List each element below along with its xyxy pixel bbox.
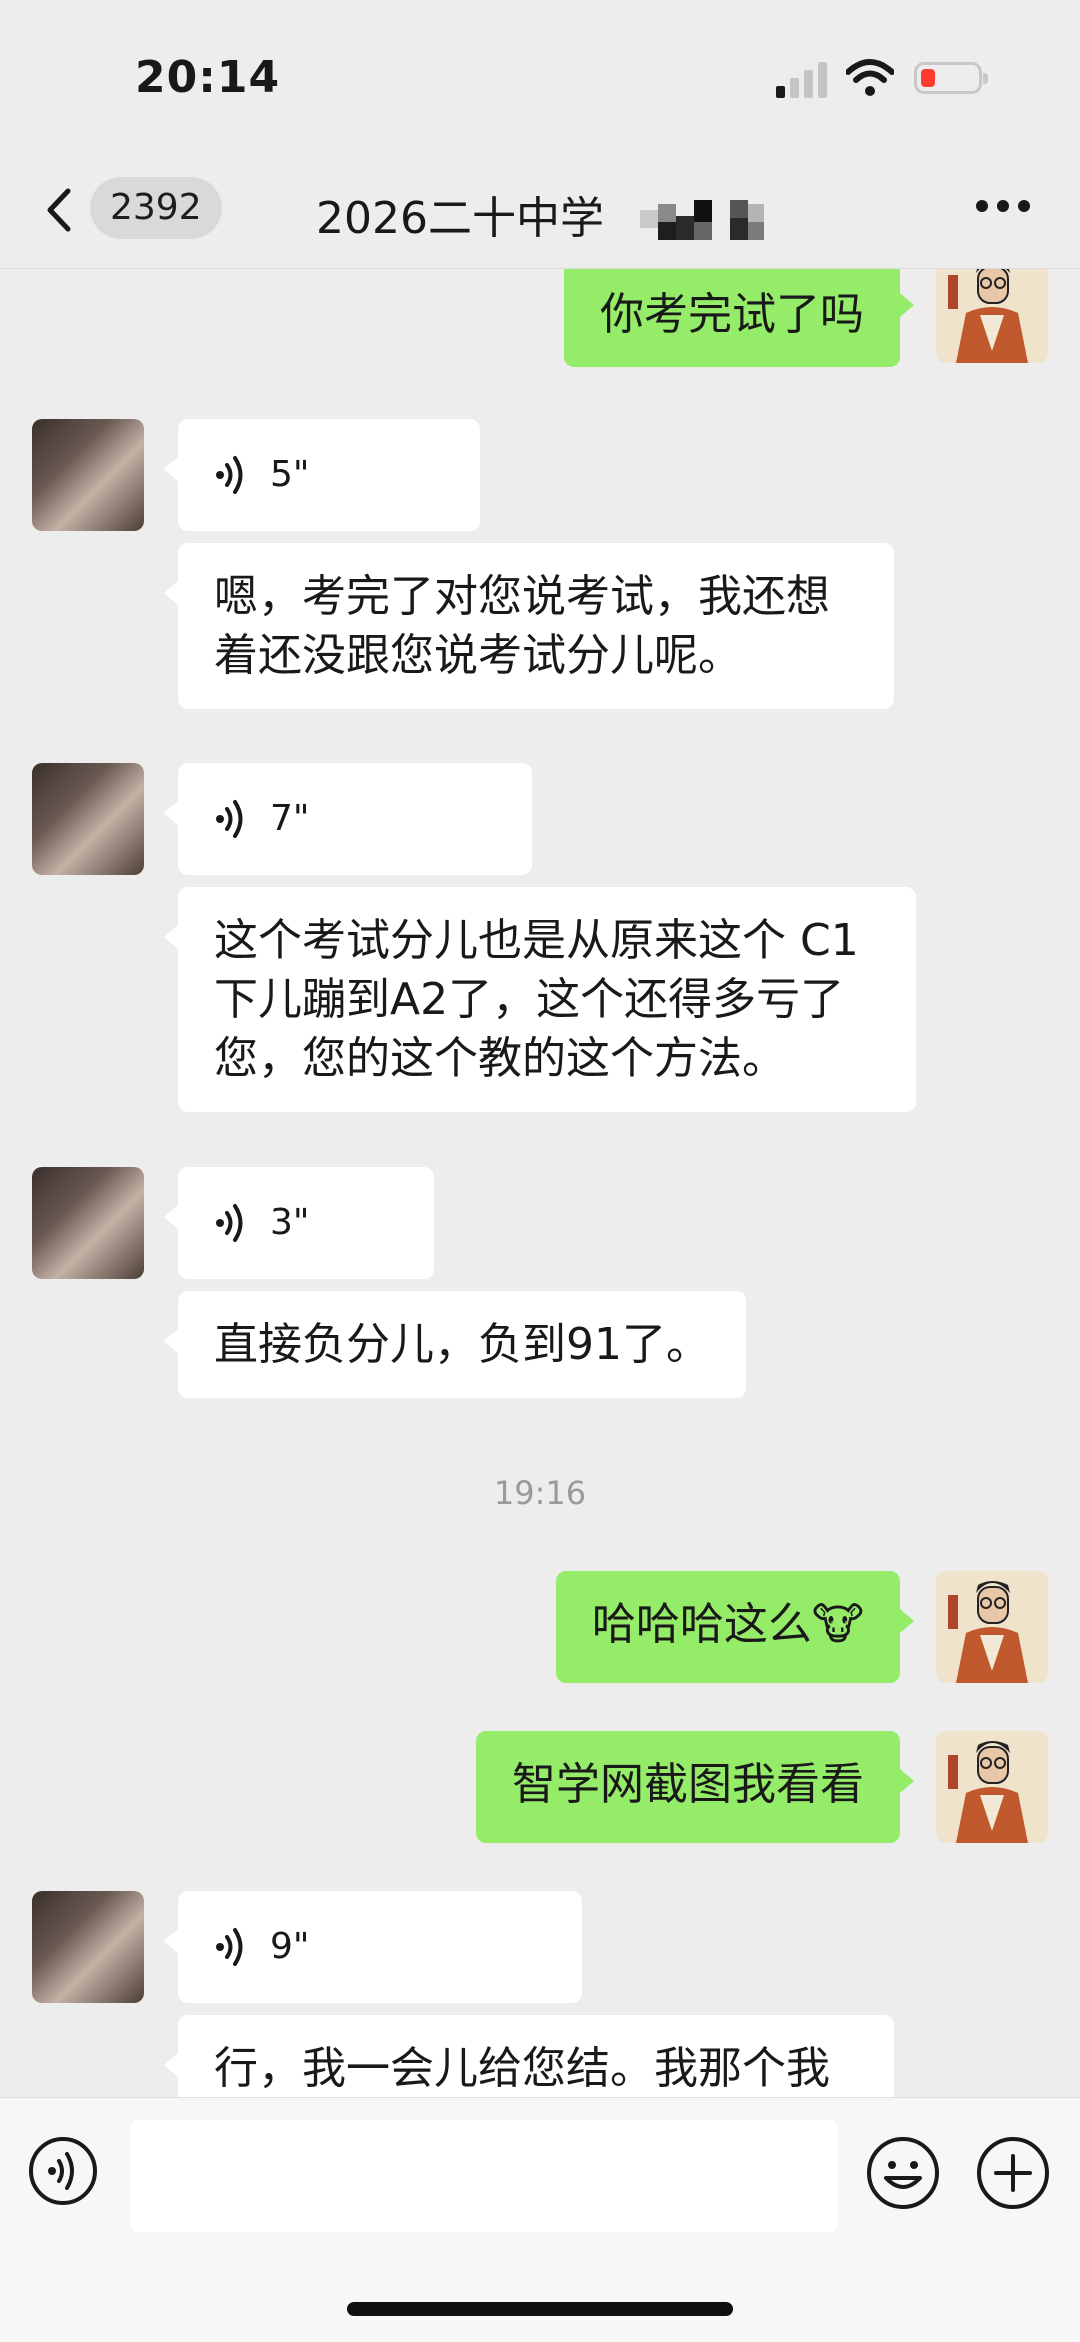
self-avatar[interactable]: [936, 1571, 1048, 1683]
message-line: 下儿蹦到A2了，这个还得多亏了: [214, 974, 845, 1025]
message-bubble-self[interactable]: 哈哈哈这么🐮: [555, 1571, 915, 1683]
voice-duration: 7": [270, 798, 310, 839]
voice-message-bubble[interactable]: 3": [164, 1167, 434, 1279]
voice-message-bubble[interactable]: 9": [164, 1891, 582, 2003]
home-indicator[interactable]: [347, 2302, 733, 2316]
message-bubble-self[interactable]: 智学网截图我看看: [476, 1731, 914, 1843]
status-bar: 20:14: [0, 0, 1080, 150]
message-timestamp: 19:16: [493, 1474, 587, 1512]
message-line: 着还没跟您说考试分儿呢。: [214, 630, 742, 681]
message-line: 您，您的这个教的这个方法。: [214, 1033, 786, 1084]
message-bubble-contact[interactable]: 直接负分儿，负到91了。: [164, 1291, 746, 1398]
redacted-mosaic: [640, 200, 764, 240]
wifi-icon: [846, 59, 894, 96]
voice-duration: 9": [270, 1926, 310, 1967]
battery-level: [921, 69, 935, 87]
message-bubble-contact[interactable]: 嗯，考完了对您说考试，我还想 着还没跟您说考试分儿呢。: [164, 543, 894, 709]
unread-count-badge[interactable]: 2392: [90, 177, 222, 239]
voice-input-icon[interactable]: [28, 2136, 98, 2206]
message-text: 你考完试了吗: [600, 289, 864, 340]
cellular-signal-icon: [776, 62, 828, 98]
message-text: 哈哈哈这么: [591, 1599, 812, 1650]
chevron-left-icon[interactable]: [40, 185, 80, 235]
plus-icon[interactable]: [976, 2136, 1050, 2210]
voice-message-bubble[interactable]: 5": [164, 419, 480, 531]
voice-wave-icon: [216, 800, 243, 838]
message-bubble-contact[interactable]: 行，我一会儿给您结。我那个我: [164, 2015, 894, 2099]
voice-wave-icon: [216, 456, 243, 494]
contact-avatar[interactable]: [32, 1891, 144, 2003]
self-avatar[interactable]: [936, 1731, 1048, 1843]
message-text: 智学网截图我看看: [512, 1759, 864, 1810]
chat-header: 2392 2026二十中学: [0, 150, 1080, 269]
battery-icon: [914, 62, 988, 94]
more-dots-icon[interactable]: [976, 200, 1030, 214]
message-line: 嗯，考完了对您说考试，我还想: [214, 571, 830, 622]
emoji-icon[interactable]: [866, 2136, 940, 2210]
message-text: 直接负分儿，负到91了。: [214, 1319, 710, 1370]
cow-emoji: 🐮: [811, 1599, 864, 1650]
contact-avatar[interactable]: [32, 763, 144, 875]
contact-avatar[interactable]: [32, 1167, 144, 1279]
message-bubble-contact[interactable]: 这个考试分儿也是从原来这个 C1 下儿蹦到A2了，这个还得多亏了 您，您的这个教…: [164, 887, 916, 1112]
voice-wave-icon: [216, 1204, 243, 1242]
message-line: 这个考试分儿也是从原来这个 C1: [214, 915, 859, 966]
message-bubble-self[interactable]: 你考完试了吗: [564, 269, 914, 367]
message-input[interactable]: [130, 2120, 838, 2232]
message-text: 行，我一会儿给您结。我那个我: [214, 2043, 830, 2094]
contact-avatar[interactable]: [32, 419, 144, 531]
self-avatar[interactable]: [936, 269, 1048, 363]
message-list[interactable]: 你考完试了吗 5" 嗯，考完了对您说考试，我还想 着还没跟您说考试分儿呢。 7": [0, 269, 1080, 2099]
voice-wave-icon: [216, 1928, 243, 1966]
chat-title[interactable]: 2026二十中学: [316, 182, 604, 246]
status-time: 20:14: [135, 52, 281, 103]
voice-message-bubble[interactable]: 7": [164, 763, 532, 875]
voice-duration: 3": [270, 1202, 310, 1243]
voice-duration: 5": [270, 454, 310, 495]
